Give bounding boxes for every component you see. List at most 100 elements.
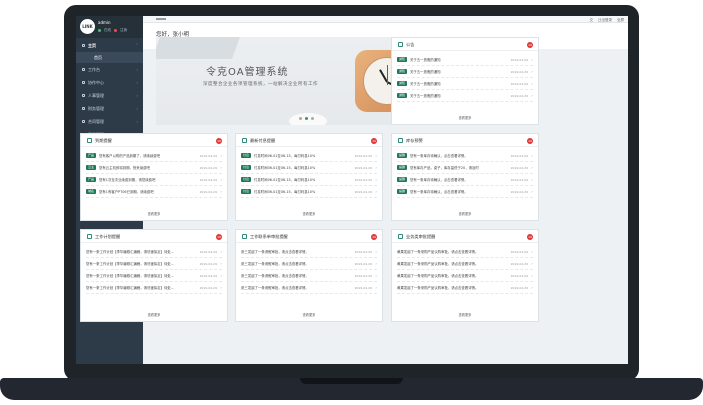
- count-badge: 19: [527, 137, 533, 144]
- fullscreen-button[interactable]: 全屏: [617, 18, 624, 23]
- chevron-right-icon: ›: [220, 261, 222, 266]
- list-item[interactable]: 云主 您有云主机即将到期，快来续费吧 2019-04-29 ›: [86, 162, 222, 174]
- chevron-right-icon: ›: [375, 261, 377, 266]
- row-tag: 提醒: [397, 177, 408, 182]
- carousel-dot[interactable]: [299, 117, 302, 120]
- list-item[interactable]: 提醒 您有一条库存待确认，点击查看详情。 2019-04-29 ›: [397, 174, 533, 186]
- view-more-link[interactable]: 查看更多: [236, 312, 382, 317]
- list-item[interactable]: 张三发起了一条请假审批，请点击查看详情。 2019-04-29 ›: [241, 270, 377, 282]
- online-label: 在线: [104, 28, 111, 32]
- list-item[interactable]: 域名 您有1有客户PT06已到期，请续费吧 2019-04-29 ›: [86, 186, 222, 198]
- logo[interactable]: LINK: [80, 19, 95, 34]
- sidebar-item-workbench[interactable]: 工作台 ›: [76, 63, 143, 76]
- list-item[interactable]: 提醒 您有一条库存待确认，点击查看详情。 2019-04-29 ›: [397, 150, 533, 162]
- card-icon: [398, 234, 403, 239]
- list-item[interactable]: 付息 付息时间06-01至06-15，每付利息10% 2019-04-29 ›: [241, 186, 377, 198]
- list-item[interactable]: 付息 付息时间06-01至06-15，每付利息10% 2019-04-29 ›: [241, 162, 377, 174]
- count-badge: 19: [216, 137, 222, 144]
- row-tag: 付息: [241, 177, 252, 182]
- contract-icon: [82, 120, 85, 123]
- sidebar-item-label: 主页: [88, 42, 96, 48]
- list-item[interactable]: 您有一条工作计划【李华编辑汇编稿，请尽速拟定】待处... 2019-04-29 …: [86, 282, 222, 294]
- list-item[interactable]: 通知 关于五一放假的通知 2019-04-29 ›: [397, 90, 533, 102]
- card-list: 产品 您有客户以购的产品到期了，请续续费吧 2019-04-29 › 云主 您有云主机…: [86, 150, 222, 198]
- list-item[interactable]: 张三发起了一条请假审批，请点击查看详情。 2019-04-29 ›: [241, 246, 377, 258]
- row-date: 2019-04-29: [199, 165, 217, 170]
- list-item[interactable]: 产品 您有1次至次业续费到期，请您续费吧 2019-04-29 ›: [86, 174, 222, 186]
- list-item[interactable]: 您有一条工作计划【李华编辑汇编稿，请尽速拟定】待处... 2019-04-29 …: [86, 258, 222, 270]
- expiry-card: 到期提醒 19 产品 您有客户以购的产品到期了，请续续费吧 2019-04-29 …: [80, 133, 228, 221]
- card-icon: [398, 138, 403, 143]
- sidebar-header: LINK admin 在线 注销: [76, 16, 143, 38]
- card-title: 公告: [406, 42, 415, 47]
- view-more-link[interactable]: 查看更多: [392, 115, 538, 120]
- row-date: 2019-04-29: [199, 261, 217, 266]
- row-text: 关于五一放假的通知: [410, 82, 441, 86]
- list-item[interactable]: 黄果发起了一条采购产品认购审批，请点击查看详情。 2019-04-29 ›: [397, 282, 533, 294]
- list-item[interactable]: 张三发起了一条请假审批，请点击查看详情。 2019-04-29 ›: [241, 282, 377, 294]
- card-icon: [87, 138, 92, 143]
- count-badge: 19: [216, 233, 222, 240]
- message-button[interactable]: 交: [590, 18, 594, 23]
- list-item[interactable]: 黄果发起了一条采购产品认购审批，请点击查看详情。 2019-04-29 ›: [397, 258, 533, 270]
- chevron-right-icon: ›: [375, 177, 377, 182]
- card-header: 工作计划提醒 19: [81, 230, 227, 243]
- list-item[interactable]: 提醒 您有一条库存待确认，点击查看详情。 2019-04-29 ›: [397, 186, 533, 198]
- row-date: 2019-04-29: [354, 261, 372, 266]
- row-text: 您有一条工作计划【李华编辑汇编稿，请尽速拟定】待处...: [86, 274, 174, 278]
- row-tag: 付息: [241, 165, 252, 170]
- collab-icon: [82, 81, 85, 84]
- list-item[interactable]: 您有一条工作计划【李华编辑汇编稿，请尽速拟定】待处... 2019-04-29 …: [86, 270, 222, 282]
- list-item[interactable]: 付息 付息时间06-01至06-15，每付利息10% 2019-04-29 ›: [241, 150, 377, 162]
- view-more-link[interactable]: 查看更多: [392, 211, 538, 216]
- row-text: 黄果发起了一条采购产品认购审批，请点击查看详情。: [397, 250, 479, 254]
- view-more-link[interactable]: 查看更多: [81, 312, 227, 317]
- list-item[interactable]: 张三发起了一条请假审批，请点击查看详情。 2019-04-29 ›: [241, 258, 377, 270]
- row-date: 2019-04-29: [199, 153, 217, 158]
- list-item[interactable]: 通知 关于五一放假的通知 2019-04-29 ›: [397, 54, 533, 66]
- row-text: 付息时间06-01至06-15，每付利息10%: [254, 190, 316, 194]
- row-text: 您有库存产品，桌子，库存量低于20，请及时: [410, 166, 479, 170]
- list-item[interactable]: 提醒 您有库存产品，桌子，库存量低于20，请及时 2019-04-29 ›: [397, 162, 533, 174]
- logout-link[interactable]: 注销: [120, 28, 127, 33]
- list-item[interactable]: 付息 付息时间06-01至06-15，每付利息10% 2019-04-29 ›: [241, 174, 377, 186]
- sidebar-item-home[interactable]: 主页 ˄: [76, 39, 143, 52]
- list-item[interactable]: 通知 关于五一放假的通知 2019-04-29 ›: [397, 66, 533, 78]
- sidebar-item-hr[interactable]: 人事管理 ›: [76, 89, 143, 102]
- carousel-dot-active[interactable]: [305, 117, 308, 120]
- card-title: 到期提醒: [95, 138, 112, 143]
- row-date: 2019-04-29: [199, 249, 217, 254]
- chevron-right-icon: ›: [220, 177, 222, 182]
- list-item[interactable]: 黄果发起了一条采购产品认购审批，请点击查看详情。 2019-04-29 ›: [397, 246, 533, 258]
- sidebar-item-collab[interactable]: 协作中心 ›: [76, 76, 143, 89]
- chevron-right-icon: ›: [136, 106, 138, 111]
- sidebar-item-contract[interactable]: 合同管理 ›: [76, 115, 143, 128]
- chevron-right-icon: ›: [220, 273, 222, 278]
- menu-toggle-icon[interactable]: [156, 18, 166, 20]
- card-list: 张三发起了一条请假审批，请点击查看详情。 2019-04-29 › 张三发起了一条…: [241, 246, 377, 294]
- row-text: 付息时间06-01至06-15，每付利息10%: [254, 154, 316, 158]
- row-text: 您有一条工作计划【李华编辑汇编稿，请尽速拟定】待处...: [86, 286, 174, 290]
- row-tag: 付息: [241, 189, 252, 194]
- sidebar-item-finance[interactable]: 财务管理 ›: [76, 102, 143, 115]
- chevron-right-icon: ›: [375, 153, 377, 158]
- inventory-card: 库存预警 19 提醒 您有一条库存待确认，点击查看详情。 2019-04-29 ›…: [391, 133, 539, 221]
- list-item[interactable]: 黄果发起了一条采购产品认购审批，请点击查看详情。 2019-04-29 ›: [397, 270, 533, 282]
- view-more-link[interactable]: 查看更多: [81, 211, 227, 216]
- view-more-link[interactable]: 查看更多: [392, 312, 538, 317]
- row-text: 付息时间06-01至06-15，每付利息10%: [254, 178, 316, 182]
- list-item[interactable]: 您有一条工作计划【李华编辑汇编稿，请尽速拟定】待处... 2019-04-29 …: [86, 246, 222, 258]
- logout-button[interactable]: 迁出登录: [598, 18, 612, 23]
- list-item[interactable]: 产品 您有客户以购的产品到期了，请续续费吧 2019-04-29 ›: [86, 150, 222, 162]
- chevron-right-icon: ›: [531, 93, 533, 98]
- sidebar-subitem-index[interactable]: 首页: [76, 52, 143, 63]
- row-date: 2019-04-29: [510, 177, 528, 182]
- chevron-right-icon: ›: [531, 81, 533, 86]
- row-date: 2019-04-29: [510, 57, 528, 62]
- row-tag: 提醒: [397, 153, 408, 158]
- row-text: 您有云主机即将到期，快来续费吧: [99, 166, 150, 170]
- list-item[interactable]: 通知 关于五一放假的通知 2019-04-29 ›: [397, 78, 533, 90]
- carousel-dot[interactable]: [311, 117, 314, 120]
- view-more-link[interactable]: 查看更多: [236, 211, 382, 216]
- user-name[interactable]: admin: [98, 20, 111, 25]
